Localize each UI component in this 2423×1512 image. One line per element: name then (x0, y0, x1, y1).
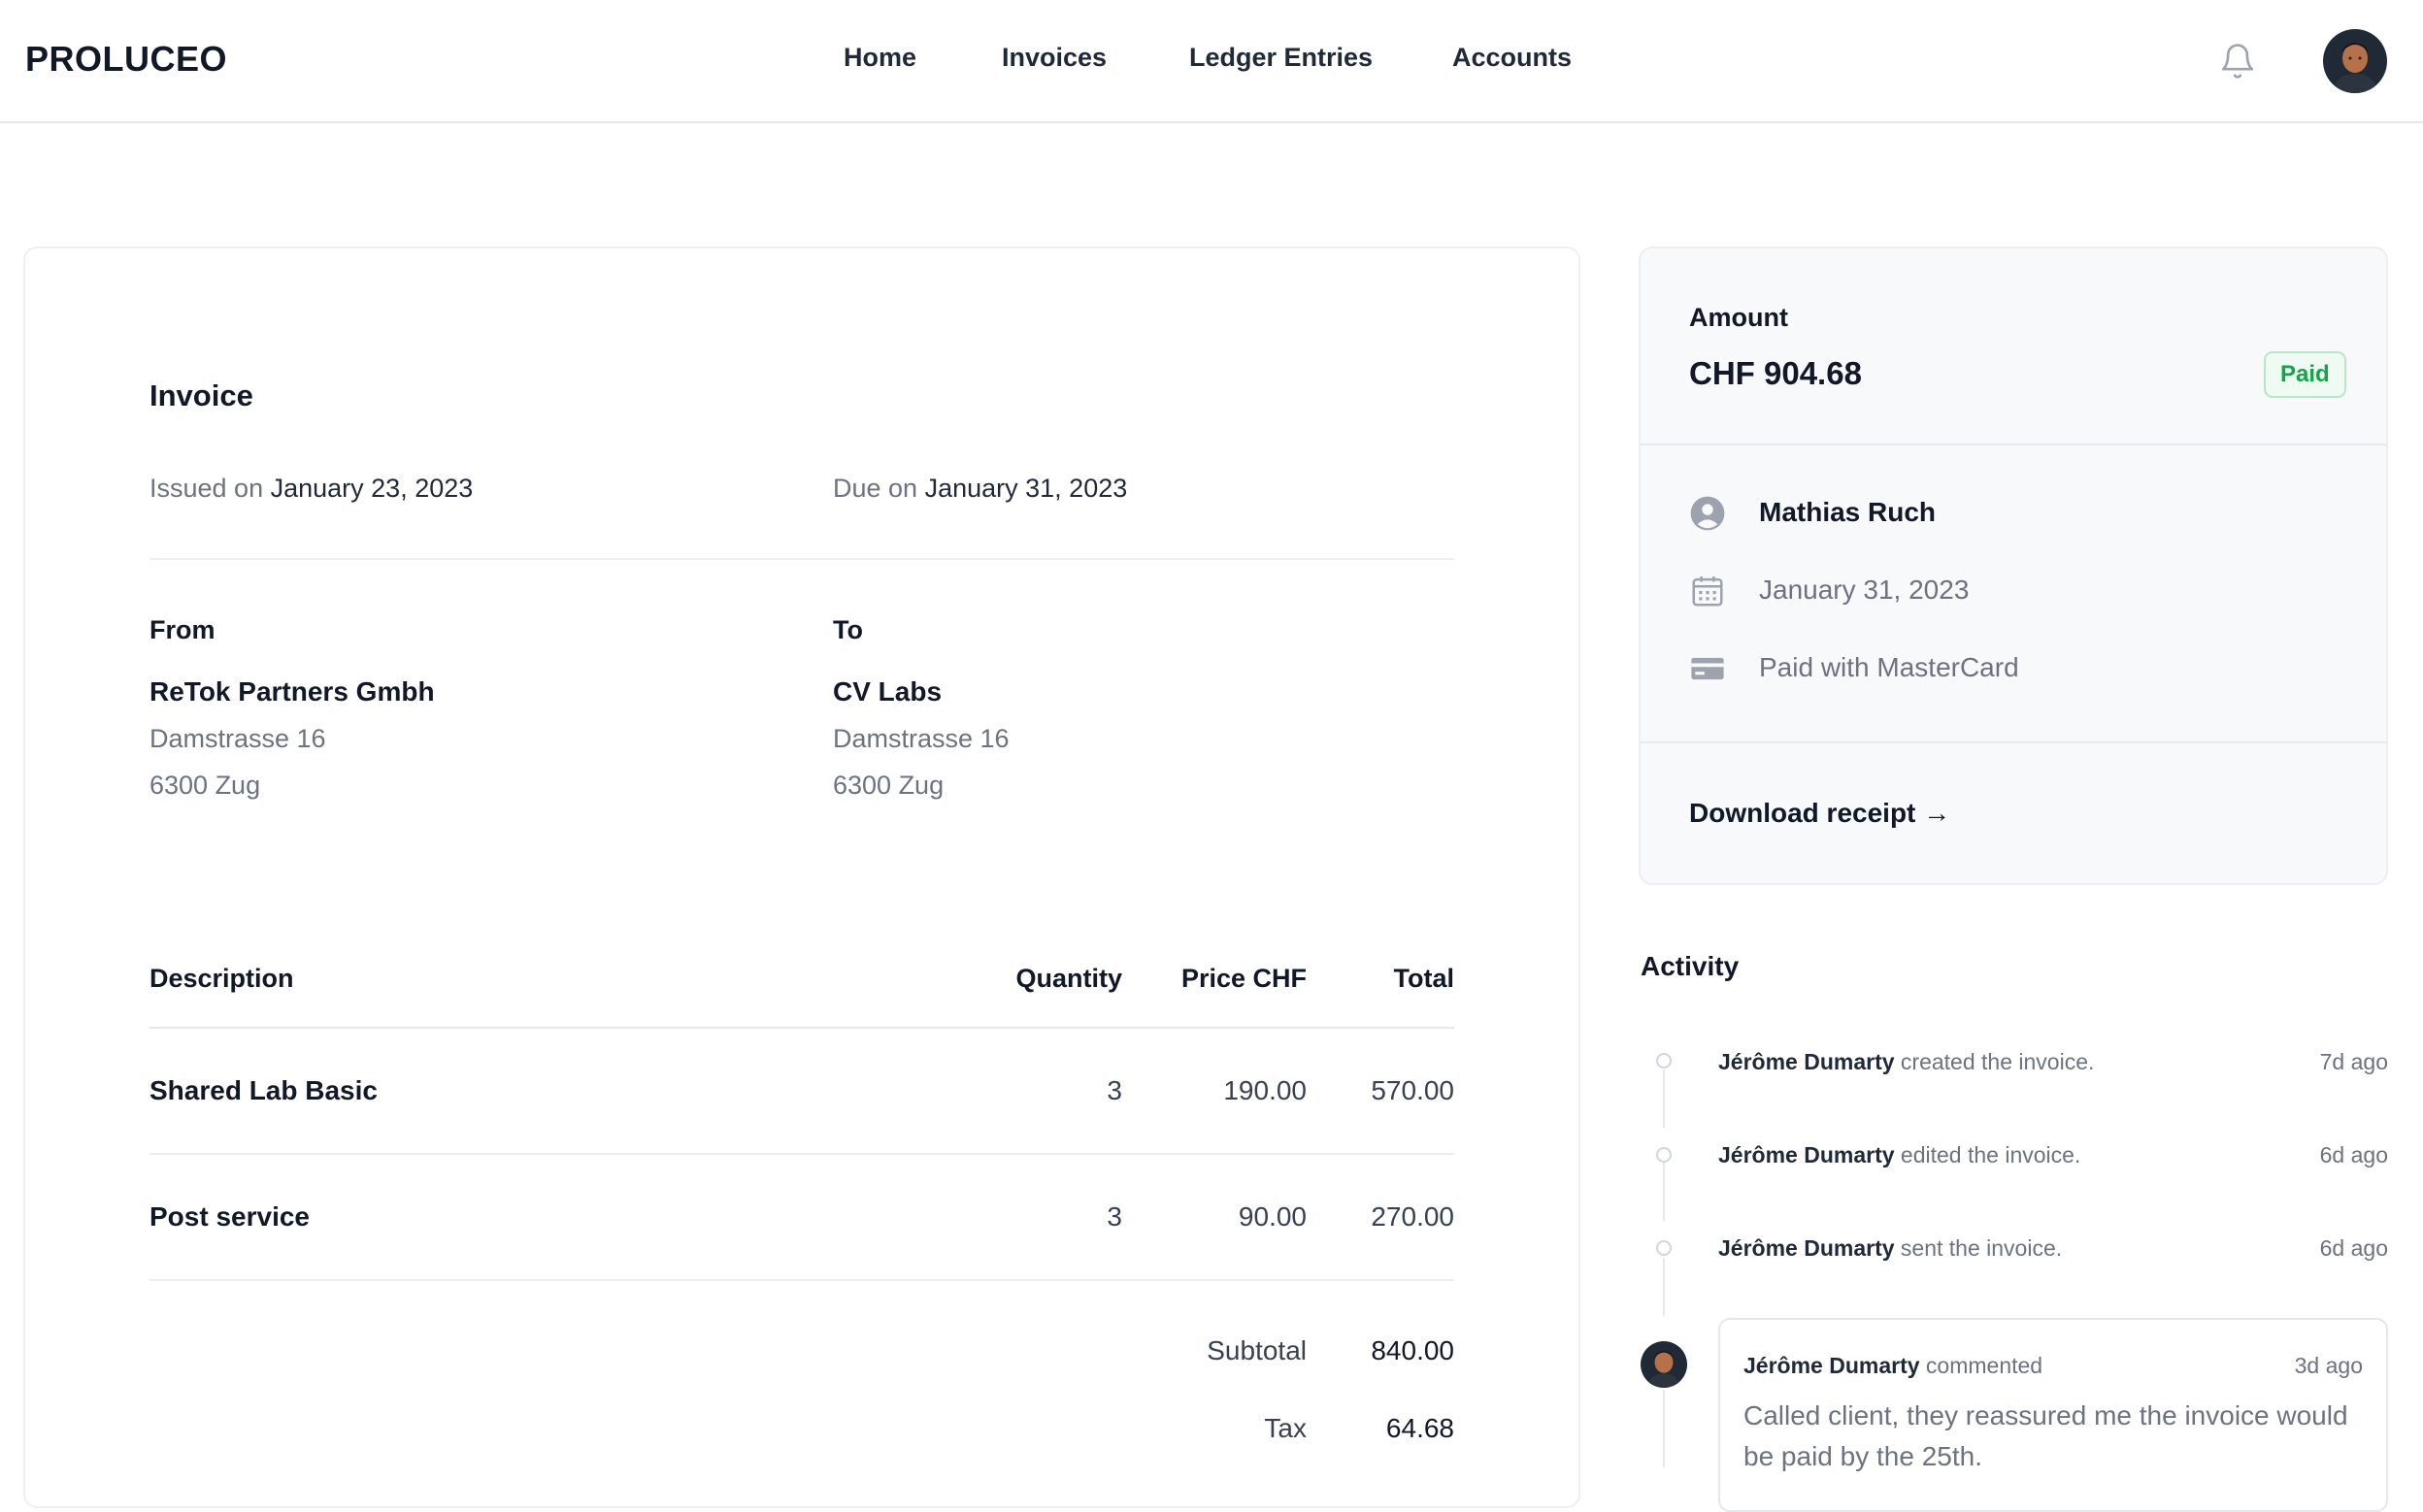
user-circle-icon (1689, 495, 1726, 532)
row-divider (149, 1153, 1454, 1155)
subtotal-value: 840.00 (1371, 1335, 1454, 1365)
issued-label: Issued on (149, 474, 264, 503)
issued-date-row: Issued on January 23, 2023 (149, 474, 473, 503)
nav-home[interactable]: Home (844, 43, 916, 73)
from-city: 6300 Zug (149, 771, 261, 800)
column-header-price: Price CHF (1180, 964, 1307, 993)
column-header-quantity: Quantity (1015, 964, 1122, 993)
due-date-row: Due on January 31, 2023 (833, 474, 1127, 504)
from-label: From (149, 615, 216, 644)
calendar-icon (1689, 573, 1726, 609)
amount-label: Amount (1689, 303, 1788, 332)
activity-item: Jérôme Dumarty created the invoice. (1718, 1049, 2094, 1075)
timeline-connector (1663, 1163, 1665, 1221)
invoice-card (23, 247, 1580, 1508)
activity-title: Activity (1641, 951, 1740, 981)
line-item-quantity: 3 (1107, 1201, 1122, 1232)
comment-time: 3d ago (2294, 1353, 2363, 1378)
activity-action: sent the invoice. (1900, 1235, 2063, 1261)
timeline-dot (1656, 1147, 1672, 1163)
section-divider (1641, 741, 2386, 743)
line-item-quantity: 3 (1107, 1075, 1122, 1105)
line-item-price: 90.00 (1238, 1201, 1307, 1232)
nav-accounts[interactable]: Accounts (1452, 43, 1572, 73)
from-company: ReTok Partners Gmbh (149, 676, 435, 707)
timeline-connector (1663, 1258, 1665, 1316)
to-city: 6300 Zug (833, 771, 945, 800)
subtotal-label: Subtotal (1207, 1335, 1307, 1365)
status-badge: Paid (2264, 351, 2346, 398)
due-date: January 31, 2023 (924, 474, 1128, 503)
client-name: Mathias Ruch (1759, 497, 1937, 527)
tax-value: 64.68 (1385, 1413, 1454, 1443)
timeline-connector (1663, 1390, 1665, 1467)
activity-person: Jérôme Dumarty (1718, 1142, 1895, 1167)
to-company: CV Labs (833, 676, 943, 707)
column-header-total: Total (1393, 964, 1455, 993)
bell-icon[interactable] (2218, 39, 2257, 83)
activity-item: Jérôme Dumarty edited the invoice. (1718, 1142, 2080, 1168)
line-item-description: Shared Lab Basic (149, 1075, 378, 1105)
activity-time: 6d ago (2319, 1142, 2388, 1167)
from-street: Damstrasse 16 (149, 724, 326, 753)
top-navigation-bar: PROLUCEO Home Invoices Ledger Entries Ac… (0, 0, 2423, 123)
line-item-description: Post service (149, 1201, 310, 1232)
payment-date: January 31, 2023 (1759, 575, 1970, 605)
invoice-title: Invoice (149, 378, 253, 412)
commenter-avatar (1641, 1341, 1687, 1388)
user-avatar[interactable] (2323, 29, 2387, 93)
due-label: Due on (833, 474, 918, 503)
tax-label: Tax (1264, 1413, 1307, 1443)
comment-text: Called client, they reassured me the inv… (1743, 1400, 2348, 1471)
activity-time: 6d ago (2319, 1235, 2388, 1261)
activity-comment: Jérôme Dumarty commented 3d ago Called c… (1718, 1318, 2388, 1512)
to-label: To (833, 615, 863, 644)
credit-card-icon (1689, 650, 1726, 687)
line-item-price: 190.00 (1223, 1075, 1307, 1105)
nav-invoices[interactable]: Invoices (1002, 43, 1107, 73)
timeline-dot (1656, 1053, 1672, 1068)
comment-header: Jérôme Dumarty commented (1743, 1353, 2042, 1379)
to-street: Damstrasse 16 (833, 724, 1010, 753)
comment-author: Jérôme Dumarty (1743, 1353, 1920, 1378)
activity-time: 7d ago (2319, 1049, 2388, 1074)
section-divider (149, 558, 1454, 560)
table-header-divider (149, 1027, 1454, 1029)
activity-action: created the invoice. (1900, 1049, 2095, 1074)
timeline-dot (1656, 1240, 1672, 1256)
amount-value: CHF 904.68 (1689, 355, 1862, 391)
main-nav: Home Invoices Ledger Entries Accounts (0, 43, 2423, 82)
payment-method: Paid with MasterCard (1759, 652, 2019, 682)
invoice-dates: Issued on January 23, 2023 Due on Januar… (149, 474, 1454, 512)
nav-ledger-entries[interactable]: Ledger Entries (1189, 43, 1373, 73)
column-header-description: Description (149, 964, 294, 993)
payment-summary-card: Amount CHF 904.68 Paid Mathias Ruch Janu… (1639, 247, 2388, 885)
activity-action: edited the invoice. (1900, 1142, 2081, 1167)
activity-item: Jérôme Dumarty sent the invoice. (1718, 1235, 2062, 1262)
activity-person: Jérôme Dumarty (1718, 1235, 1895, 1261)
line-item-total: 270.00 (1371, 1201, 1454, 1232)
line-item-total: 570.00 (1371, 1075, 1454, 1105)
comment-action: commented (1925, 1353, 2043, 1378)
issued-date: January 23, 2023 (270, 474, 474, 503)
timeline-connector (1663, 1069, 1665, 1128)
download-receipt-link[interactable]: Download receipt → (1689, 798, 1950, 829)
section-divider (1641, 444, 2386, 445)
activity-person: Jérôme Dumarty (1718, 1049, 1895, 1074)
row-divider (149, 1279, 1454, 1281)
